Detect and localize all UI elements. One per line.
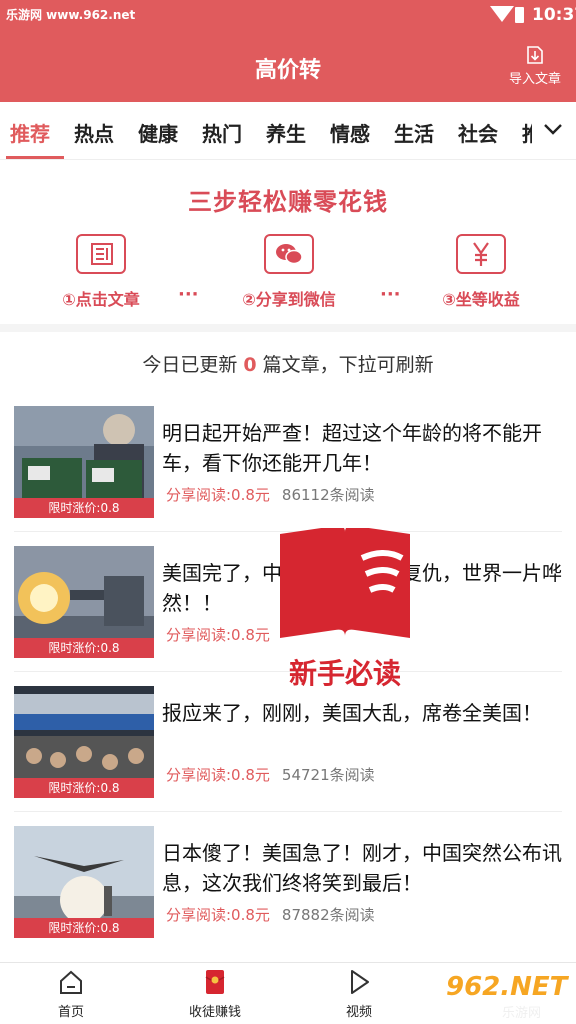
import-article-label: 导入文章 <box>508 72 561 87</box>
wechat-icon <box>264 234 314 274</box>
tab-wellness[interactable]: 养生 <box>266 118 306 147</box>
more-tabs-button[interactable] <box>532 102 576 159</box>
price-tag: 限时涨价:0.8 <box>14 638 154 658</box>
tab-emotion[interactable]: 情感 <box>330 118 370 147</box>
category-tabs: 推荐 热点 健康 热门 养生 情感 生活 社会 推 <box>0 102 576 160</box>
page-title: 高价转 <box>254 58 321 83</box>
how-to-earn-banner[interactable]: 三步轻松赚零花钱 ①点击文章 ··· ②分享到微信 ··· ③坐等收益 <box>0 160 576 332</box>
nav-home-label: 首页 <box>57 1005 84 1020</box>
article-icon <box>76 234 126 274</box>
tab-popular[interactable]: 热门 <box>202 118 242 147</box>
tab-life[interactable]: 生活 <box>394 118 434 147</box>
novice-guide-label: 新手必读 <box>288 657 401 690</box>
article-meta: 分享阅读:0.8元 <box>166 624 282 645</box>
banner-title: 三步轻松赚零花钱 <box>188 188 388 216</box>
share-reward: 分享阅读:0.8元 <box>166 486 270 504</box>
price-tag: 限时涨价:0.8 <box>14 498 154 518</box>
read-count: 86112条阅读 <box>281 486 375 504</box>
article-meta: 分享阅读:0.8元 87882条阅读 <box>166 904 375 925</box>
share-reward: 分享阅读:0.8元 <box>166 906 270 924</box>
nav-recruit-earn-label: 收徒赚钱 <box>188 1005 241 1020</box>
step-1-label: ①点击文章 <box>62 290 140 309</box>
import-icon <box>527 46 543 64</box>
share-reward: 分享阅读:0.8元 <box>166 626 270 644</box>
step-2-label: ②分享到微信 <box>242 290 336 309</box>
tab-recommend[interactable]: 推荐 <box>10 118 50 147</box>
watermark: 乐游网 www.962.net <box>6 8 136 22</box>
update-prefix: 今日已更新 <box>142 354 238 376</box>
step-wait-earnings: ③坐等收益 <box>406 234 556 310</box>
tab-hot-topics[interactable]: 热点 <box>74 118 114 147</box>
update-notice: 今日已更新 0 篇文章，下拉可刷新 <box>0 340 576 390</box>
import-article-button[interactable]: 导入文章 <box>504 44 566 87</box>
article-meta: 分享阅读:0.8元 54721条阅读 <box>166 764 375 785</box>
article-title: 日本傻了！美国急了！刚才，中国突然公布讯息，这次我们终将笑到最后！ <box>162 841 562 895</box>
play-icon <box>351 970 369 994</box>
article-thumbnail: 限时涨价:0.8 <box>14 826 154 938</box>
status-bar: 乐游网 www.962.net 10:37 <box>0 0 576 30</box>
app-bar: 高价转 导入文章 <box>0 30 576 102</box>
article-thumbnail: 限时涨价:0.8 <box>14 546 154 658</box>
read-count: 87882条阅读 <box>281 906 375 924</box>
nav-video[interactable]: 视频 <box>314 967 404 1020</box>
article-thumbnail: 限时涨价:0.8 <box>14 406 154 518</box>
price-tag: 限时涨价:0.8 <box>14 778 154 798</box>
chevron-down-icon <box>544 124 562 135</box>
novice-guide-button[interactable]: 新手必读 <box>270 525 420 698</box>
tab-health[interactable]: 健康 <box>138 118 178 147</box>
list-item[interactable]: 限时涨价:0.8 日本傻了！美国急了！刚才，中国突然公布讯息，这次我们终将笑到最… <box>0 812 576 952</box>
article-title: 报应来了，刚刚，美国大乱，席卷全美国！ <box>162 701 542 725</box>
step-share-wechat: ②分享到微信 <box>214 234 364 310</box>
article-title: 明日起开始严查！超过这个年龄的将不能开车，看下你还能开几年！ <box>162 421 542 475</box>
list-item[interactable]: 限时涨价:0.8 明日起开始严查！超过这个年龄的将不能开车，看下你还能开几年！ … <box>0 392 576 532</box>
read-count: 54721条阅读 <box>281 766 375 784</box>
step-3-label: ③坐等收益 <box>442 290 520 309</box>
step-separator: ··· <box>380 284 401 305</box>
nav-video-label: 视频 <box>345 1005 372 1020</box>
watermark-text: 乐游网 <box>502 1006 542 1021</box>
open-book-icon <box>280 525 410 638</box>
article-meta: 分享阅读:0.8元 86112条阅读 <box>166 484 375 505</box>
update-count: 0 <box>243 354 257 376</box>
tab-society[interactable]: 社会 <box>458 118 498 147</box>
home-icon <box>60 970 82 994</box>
step-separator: ··· <box>178 284 199 305</box>
wifi-icon <box>490 6 514 22</box>
site-watermark: 962.NET 乐游网 <box>446 972 570 1021</box>
nav-recruit-earn[interactable]: 收徒赚钱 <box>170 967 260 1020</box>
red-envelope-icon <box>205 970 225 994</box>
share-reward: 分享阅读:0.8元 <box>166 766 270 784</box>
battery-icon <box>515 7 524 23</box>
step-click-article: ①点击文章 <box>26 234 176 310</box>
clock: 10:37 <box>532 5 576 25</box>
yuan-icon <box>456 234 506 274</box>
watermark-logo: 962.NET <box>446 972 568 1002</box>
nav-home[interactable]: 首页 <box>26 967 116 1020</box>
price-tag: 限时涨价:0.8 <box>14 918 154 938</box>
update-suffix: 篇文章，下拉可刷新 <box>262 354 434 376</box>
article-thumbnail: 限时涨价:0.8 <box>14 686 154 798</box>
